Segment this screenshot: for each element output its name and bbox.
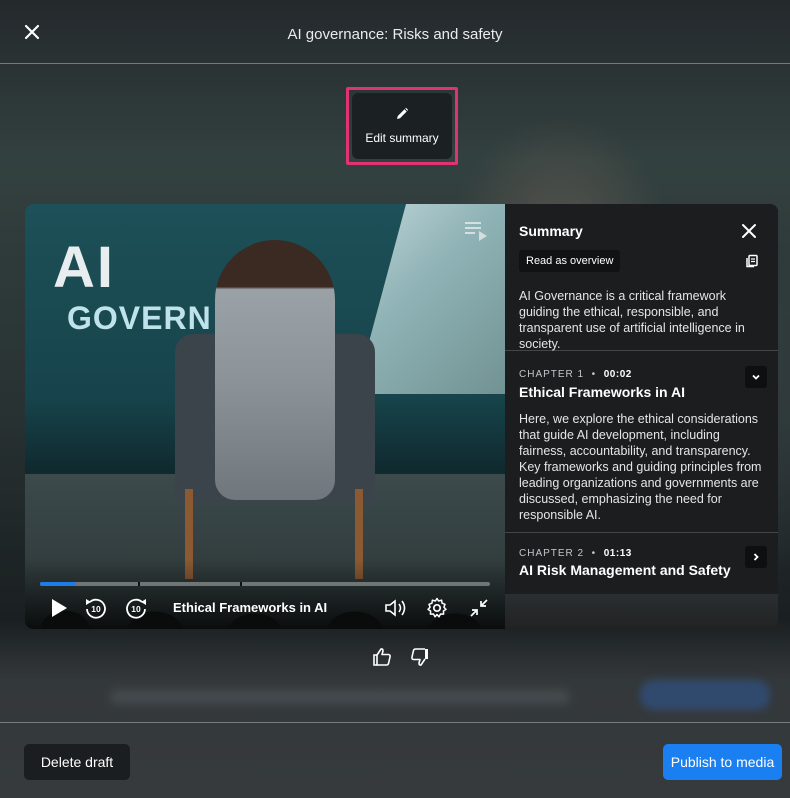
- thumbs-down-icon[interactable]: [409, 646, 431, 668]
- panel-footer-fade: [505, 594, 778, 629]
- chapter-2-label: CHAPTER 2: [519, 548, 585, 559]
- close-summary-icon[interactable]: [741, 223, 757, 239]
- chapter-1-time: 00:02: [603, 369, 632, 380]
- current-chapter-label: Ethical Frameworks in AI: [173, 600, 328, 615]
- chapter-2[interactable]: CHAPTER 2 • 01:13 AI Risk Management and…: [505, 532, 778, 594]
- forward-10-label: 10: [131, 604, 141, 614]
- chapter-2-expand-button[interactable]: [745, 546, 767, 568]
- chevron-right-icon: [753, 553, 759, 561]
- video-controls: 10 10 Ethical Frameworks in AI: [25, 574, 505, 629]
- chapter-marker: [138, 582, 140, 586]
- thumbs-up-icon[interactable]: [371, 646, 393, 668]
- progress-fill: [40, 582, 76, 586]
- progress-bar[interactable]: [40, 582, 490, 586]
- volume-icon[interactable]: [383, 596, 411, 620]
- chapters-list-icon[interactable]: [463, 218, 489, 242]
- chapter-1-label: CHAPTER 1: [519, 369, 585, 380]
- chapter-2-title: AI Risk Management and Safety: [519, 562, 731, 578]
- play-icon[interactable]: [49, 596, 69, 620]
- chapter-2-meta: CHAPTER 2 • 01:13: [519, 548, 632, 559]
- copy-icon[interactable]: [745, 254, 759, 268]
- forward-10-icon[interactable]: 10: [123, 596, 149, 620]
- chapter-marker: [240, 582, 242, 586]
- chapter-1-meta: CHAPTER 1 • 00:02: [519, 369, 632, 380]
- overview-text: AI Governance is a critical framework gu…: [519, 289, 745, 351]
- summary-title: Summary: [519, 223, 583, 239]
- speaker-figure: [215, 240, 335, 500]
- edit-summary-label: Edit summary: [365, 131, 439, 145]
- stage-text-governance: GOVERN: [67, 300, 212, 336]
- page-title: AI governance: Risks and safety: [287, 26, 503, 43]
- video-player-card: AI GOVERN 10 10 Ethical Frameworks in AI…: [25, 204, 778, 629]
- read-as-overview-chip[interactable]: Read as overview: [519, 250, 621, 272]
- chapter-1-body: Here, we explore the ethical considerati…: [519, 412, 762, 522]
- chapter-1[interactable]: CHAPTER 1 • 00:02 Ethical Frameworks in …: [505, 350, 778, 532]
- chevron-down-icon: [752, 374, 760, 380]
- chapter-2-time: 01:13: [603, 548, 632, 559]
- rewind-10-label: 10: [91, 604, 101, 614]
- chapter-1-collapse-button[interactable]: [745, 366, 767, 388]
- chapter-1-title: Ethical Frameworks in AI: [519, 384, 685, 400]
- collapse-icon[interactable]: [467, 596, 491, 620]
- pencil-icon: [397, 107, 409, 119]
- video-frame[interactable]: AI GOVERN 10 10 Ethical Frameworks in AI: [25, 204, 505, 629]
- stage-text-ai: AI: [53, 235, 115, 300]
- rewind-10-icon[interactable]: 10: [83, 596, 109, 620]
- delete-draft-button[interactable]: Delete draft: [24, 744, 130, 780]
- footer-divider: [0, 722, 790, 723]
- settings-gear-icon[interactable]: [425, 596, 449, 620]
- summary-panel: Summary Read as overview AI Governance i…: [505, 204, 778, 629]
- publish-to-media-button[interactable]: Publish to media: [663, 744, 782, 780]
- modal-header: AI governance: Risks and safety: [0, 0, 790, 64]
- edit-summary-button[interactable]: Edit summary: [352, 93, 452, 159]
